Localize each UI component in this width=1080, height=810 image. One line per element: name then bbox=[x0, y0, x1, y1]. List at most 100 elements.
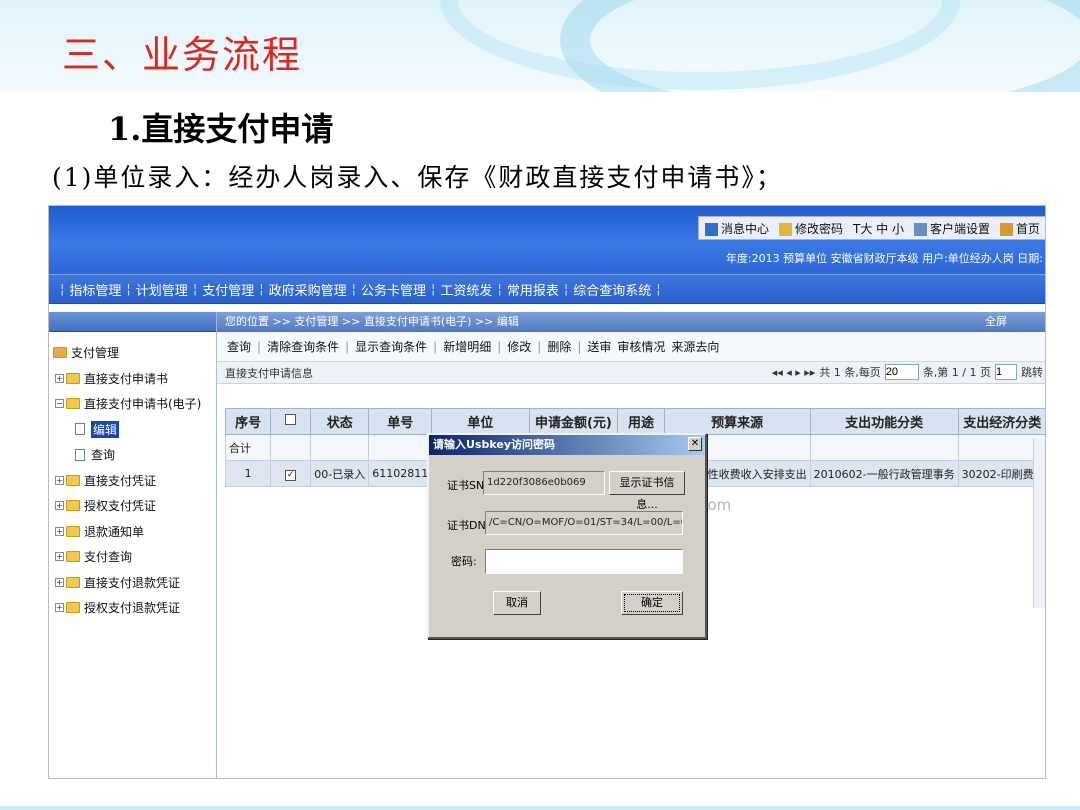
expand-icon[interactable]: + bbox=[55, 475, 64, 485]
tree-item-label: 查询 bbox=[91, 448, 116, 463]
col-header-select[interactable] bbox=[270, 408, 312, 435]
fullscreen-label: 全屏 bbox=[985, 315, 1007, 328]
col-header[interactable]: 单位 bbox=[431, 408, 530, 435]
source-target-button[interactable]: 来源去向 bbox=[671, 338, 719, 355]
expand-icon[interactable]: + bbox=[55, 552, 64, 562]
slide-description: (1)单位录入：经办人岗录入、保存《财政直接支付申请书》； bbox=[52, 163, 783, 192]
message-icon bbox=[704, 222, 718, 236]
add-detail-button[interactable]: 新增明细 bbox=[443, 338, 491, 355]
folder-icon bbox=[66, 525, 80, 537]
top-toolbar: 消息中心 修改密码 T大 中 小 客户端设置 首页 bbox=[697, 216, 1045, 240]
document-icon bbox=[75, 423, 85, 436]
col-header[interactable]: 状态 bbox=[310, 408, 370, 435]
tree-item-label: 退款通知单 bbox=[84, 524, 145, 539]
menu-item[interactable]: 常用报表 bbox=[507, 280, 559, 299]
change-password-link[interactable]: 修改密码 bbox=[778, 220, 843, 237]
tree-item-label: 直接支付申请书 bbox=[84, 371, 169, 386]
pager-suffix: 条,第 1 / 1 页 bbox=[922, 366, 991, 379]
col-header[interactable]: 用途 bbox=[617, 408, 665, 435]
menu-item[interactable]: 政府采购管理 bbox=[269, 280, 347, 299]
select-all-checkbox[interactable] bbox=[285, 414, 297, 425]
tree-item-edit[interactable]: 编辑 bbox=[53, 417, 216, 443]
menu-item[interactable]: 计划管理 bbox=[136, 280, 188, 299]
tree-item[interactable]: + 授权支付凭证 bbox=[53, 493, 216, 519]
expand-icon[interactable]: + bbox=[55, 526, 64, 536]
menu-item[interactable]: 综合查询系统 bbox=[573, 280, 651, 299]
folder-icon bbox=[66, 372, 80, 384]
page-input[interactable] bbox=[995, 364, 1017, 380]
menu-item[interactable]: 公务卡管理 bbox=[361, 280, 426, 299]
review-status-button[interactable]: 审核情况 bbox=[617, 338, 665, 355]
font-size-switcher[interactable]: T大 中 小 bbox=[853, 220, 904, 237]
col-header[interactable]: 支出功能分类 bbox=[809, 408, 959, 435]
client-settings-label: 客户端设置 bbox=[929, 221, 990, 236]
menu-item[interactable]: 工资统发 bbox=[440, 280, 492, 299]
main-menu: ¦ 指标管理 ¦ 计划管理 ¦ 支付管理 ¦ 政府采购管理 ¦ 公务卡管理 ¦ 工资统发 ¦… bbox=[49, 274, 1045, 304]
cell: 00-已录入 bbox=[310, 460, 370, 487]
expand-icon[interactable]: + bbox=[55, 373, 64, 383]
show-cert-info-button[interactable]: 显示证书信息... bbox=[609, 471, 685, 511]
expand-icon[interactable]: + bbox=[55, 501, 64, 511]
cell: 2010602-一般行政管理事务 bbox=[809, 460, 959, 487]
settings-icon bbox=[913, 222, 927, 236]
col-header[interactable]: 申请金额(元) bbox=[528, 408, 619, 435]
ok-button[interactable]: 确定 bbox=[621, 591, 683, 615]
col-header[interactable]: 单号 bbox=[368, 408, 433, 435]
tree-item[interactable]: + 直接支付申请书 bbox=[53, 366, 216, 392]
collapse-icon[interactable]: − bbox=[55, 399, 64, 409]
folder-icon bbox=[66, 474, 80, 486]
grid-title: 直接支付申请信息 bbox=[225, 366, 313, 380]
tree-item-query[interactable]: 查询 bbox=[53, 442, 216, 468]
app-screenshot: 消息中心 修改密码 T大 中 小 客户端设置 首页 年度:2013 预算单位 安… bbox=[48, 205, 1046, 779]
tree-item[interactable]: − 直接支付申请书(电子) bbox=[53, 391, 216, 417]
col-header[interactable]: 支出经济分类 bbox=[957, 408, 1045, 435]
go-button[interactable]: 跳转 bbox=[1021, 364, 1043, 380]
home-link[interactable]: 首页 bbox=[999, 220, 1040, 237]
password-input[interactable] bbox=[485, 549, 683, 574]
edit-button[interactable]: 修改 bbox=[507, 338, 531, 355]
col-header[interactable]: 预算来源 bbox=[663, 408, 811, 435]
grid-scrollbar[interactable] bbox=[1033, 438, 1045, 608]
row-checkbox-cell[interactable]: ✓ bbox=[270, 460, 312, 487]
tree-item[interactable]: + 退款通知单 bbox=[53, 519, 216, 545]
expand-icon[interactable]: + bbox=[55, 603, 64, 613]
tree-item[interactable]: + 支付查询 bbox=[53, 544, 216, 570]
folder-icon bbox=[66, 398, 80, 410]
menu-item[interactable]: 指标管理 bbox=[69, 280, 121, 299]
tree-item[interactable]: + 授权支付退款凭证 bbox=[53, 595, 216, 621]
query-button[interactable]: 查询 bbox=[227, 338, 251, 355]
tree-item-label: 支付查询 bbox=[84, 550, 133, 565]
close-icon[interactable]: ✕ bbox=[688, 437, 702, 451]
sidebar-header bbox=[49, 312, 216, 332]
col-header[interactable]: 序号 bbox=[224, 408, 272, 435]
show-query-button[interactable]: 显示查询条件 bbox=[355, 338, 427, 355]
dialog-titlebar: 请输入Usbkey访问密码 ✕ bbox=[429, 435, 705, 455]
folder-icon bbox=[53, 347, 67, 359]
expand-icon[interactable]: + bbox=[55, 577, 64, 587]
home-icon bbox=[999, 222, 1013, 236]
grid-header: 直接支付申请信息 ◂◂ ◂ ▸ ▸▸ 共 1 条,每页 条,第 1 / 1 页 … bbox=[217, 362, 1045, 384]
tree-item-label: 授权支付凭证 bbox=[84, 499, 157, 514]
tree-root[interactable]: 支付管理 bbox=[53, 340, 216, 366]
total-label: 合计 bbox=[224, 434, 272, 461]
submit-review-button[interactable]: 送审 bbox=[587, 338, 611, 355]
message-center-link[interactable]: 消息中心 bbox=[704, 220, 769, 237]
page-size-select[interactable] bbox=[884, 364, 919, 380]
breadcrumb-text: 您的位置 >> 支付管理 >> 直接支付申请书(电子) >> 编辑 bbox=[225, 315, 519, 328]
tree-item[interactable]: + 直接支付凭证 bbox=[53, 468, 216, 494]
tree-item[interactable]: + 直接支付退款凭证 bbox=[53, 570, 216, 596]
grid-header-row: 序号 状态 单号 单位 申请金额(元) 用途 预算来源 支出功能分类 支出经济分… bbox=[224, 408, 1045, 435]
client-settings-link[interactable]: 客户端设置 bbox=[913, 220, 990, 237]
pager-summary: 共 1 条,每页 bbox=[819, 366, 881, 379]
clear-query-button[interactable]: 清除查询条件 bbox=[267, 338, 339, 355]
cancel-button[interactable]: 取消 bbox=[493, 591, 541, 615]
pager: ◂◂ ◂ ▸ ▸▸ 共 1 条,每页 条,第 1 / 1 页 跳转 bbox=[772, 364, 1043, 380]
delete-button[interactable]: 删除 bbox=[547, 338, 571, 355]
pager-nav-icons[interactable]: ◂◂ ◂ ▸ ▸▸ bbox=[772, 366, 816, 379]
folder-icon bbox=[66, 576, 80, 588]
fullscreen-button[interactable]: 全屏 bbox=[985, 312, 1007, 332]
row-checkbox[interactable]: ✓ bbox=[285, 469, 297, 481]
menu-item[interactable]: 支付管理 bbox=[202, 280, 254, 299]
tree-item-label: 编辑 bbox=[91, 420, 120, 438]
dialog-title: 请输入Usbkey访问密码 bbox=[433, 438, 556, 451]
